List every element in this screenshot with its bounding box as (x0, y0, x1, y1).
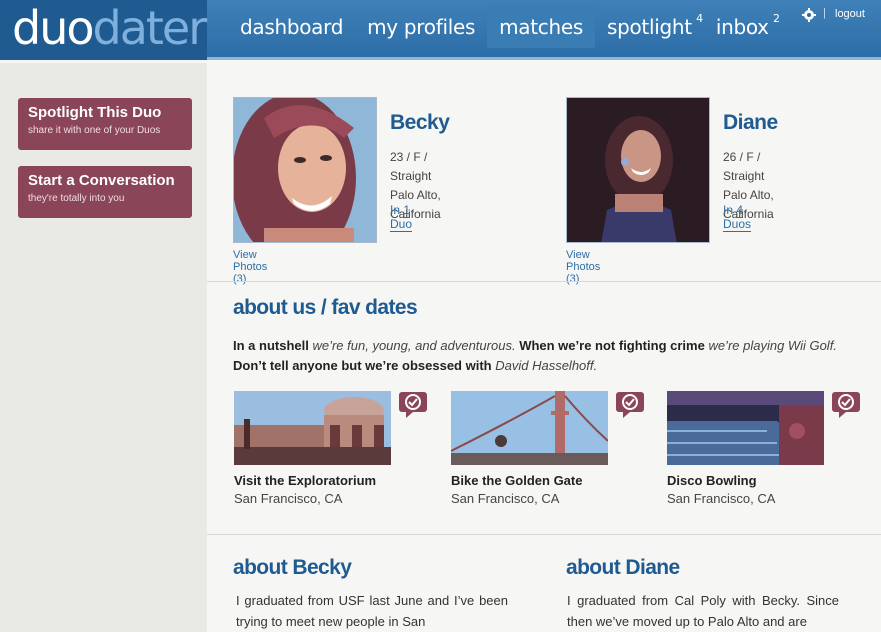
top-nav-bar: duodater dashboard my profiles matches s… (0, 0, 881, 60)
nav-spotlight[interactable]: spotlight 4 (595, 6, 704, 48)
nav-my-profiles[interactable]: my profiles (355, 6, 487, 48)
fav-date-card: Disco Bowling San Francisco, CA (667, 391, 867, 506)
logo-area[interactable]: duodater (0, 0, 207, 60)
start-conversation-button[interactable]: Start a Conversation they're totally int… (18, 166, 192, 218)
check-bubble-icon[interactable] (398, 391, 428, 419)
view-photos-link[interactable]: View Photos (3) (566, 249, 600, 285)
fav-date-card: Bike the Golden Gate San Francisco, CA (451, 391, 651, 506)
date-location: San Francisco, CA (234, 491, 343, 506)
profile-photo-becky[interactable] (233, 97, 377, 243)
check-bubble-icon[interactable] (831, 391, 861, 419)
date-photo-golden-gate[interactable] (451, 391, 608, 465)
date-title[interactable]: Visit the Exploratorium (234, 473, 434, 488)
main-nav: dashboard my profiles matches spotlight 4… (228, 6, 781, 48)
about-becky-text: I graduated from USF last June and I’ve … (236, 593, 508, 629)
date-location: San Francisco, CA (667, 491, 776, 506)
nav-separator: | (823, 7, 826, 19)
spotlight-count-badge: 4 (696, 12, 703, 25)
about-becky-title: about Becky (233, 556, 352, 579)
about-us-title: about us / fav dates (233, 296, 418, 319)
about-diane-title: about Diane (566, 556, 680, 579)
date-title[interactable]: Disco Bowling (667, 473, 867, 488)
nav-matches[interactable]: matches (487, 6, 595, 48)
divider (207, 281, 881, 282)
profile-duo-count: In 1 Duo (390, 203, 413, 232)
divider (207, 534, 881, 535)
profile-name: Diane (723, 111, 778, 134)
nav-inbox[interactable]: inbox 2 (704, 6, 781, 48)
logout-link[interactable]: logout (835, 8, 865, 20)
date-photo-exploratorium[interactable] (234, 391, 391, 465)
nav-dashboard[interactable]: dashboard (228, 6, 355, 48)
fav-date-card: Visit the Exploratorium San Francisco, C… (234, 391, 434, 506)
about-us-text: In a nutshell we’re fun, young, and adve… (233, 338, 837, 373)
profile-duo-count: In 4 Duos (723, 203, 752, 232)
date-title[interactable]: Bike the Golden Gate (451, 473, 651, 488)
view-photos-link[interactable]: View Photos (3) (233, 249, 267, 285)
date-location: San Francisco, CA (451, 491, 560, 506)
inbox-count-badge: 2 (773, 12, 780, 25)
check-bubble-icon[interactable] (615, 391, 645, 419)
spotlight-this-duo-button[interactable]: Spotlight This Duo share it with one of … (18, 98, 192, 150)
logo[interactable]: duodater (12, 1, 207, 55)
gear-icon[interactable] (802, 8, 816, 22)
date-photo-disco-bowling[interactable] (667, 391, 824, 465)
profile-photo-diane[interactable] (566, 97, 710, 243)
about-diane-text: I graduated from Cal Poly with Becky. Si… (567, 593, 839, 629)
profile-name: Becky (390, 111, 450, 134)
